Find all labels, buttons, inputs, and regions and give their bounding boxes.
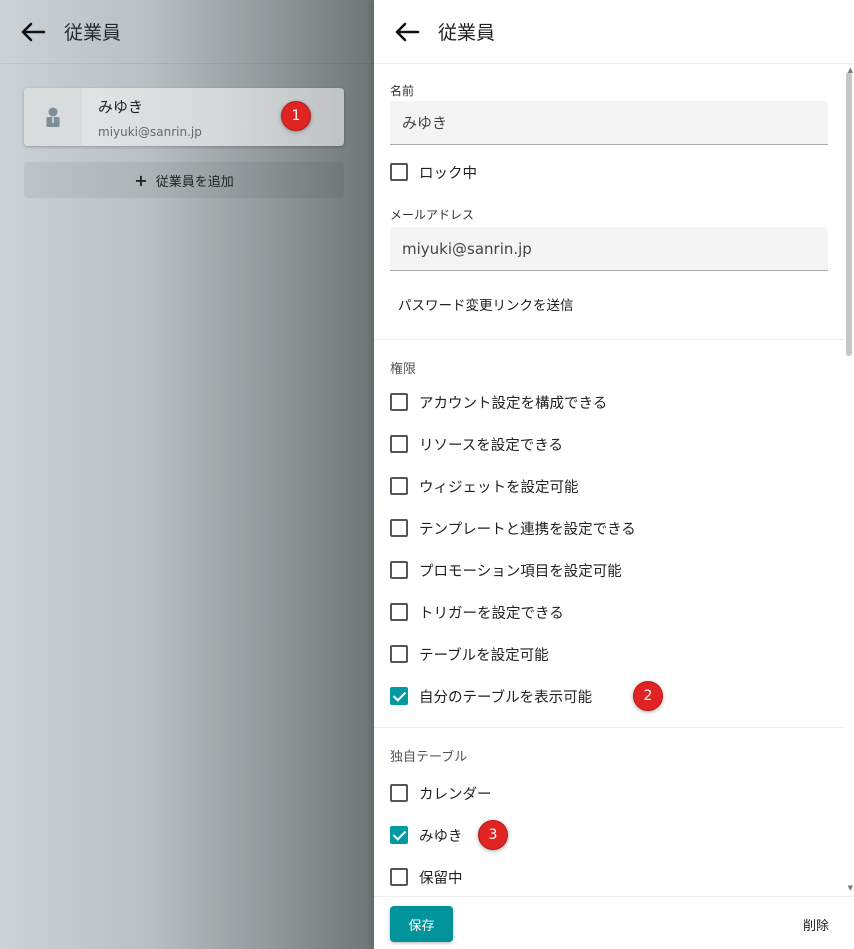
employee-name: みゆき (98, 98, 144, 116)
delete-button[interactable]: 削除 (803, 915, 829, 934)
save-button[interactable]: 保存 (390, 906, 453, 942)
checkbox-label: アカウント設定を構成できる (419, 395, 608, 412)
locked-label: ロック中 (419, 165, 477, 182)
checkbox[interactable] (390, 645, 408, 663)
employee-list-pane: 従業員 みゆき miyuki@sanrin.jp + 従業員を追加 (0, 0, 374, 949)
panel-content: 名前 みゆき ロック中 メールアドレス miyuki@sanrin.jp パスワ… (374, 64, 844, 896)
scroll-down-icon[interactable]: ▼ (848, 884, 853, 892)
permission-checkbox-row[interactable]: アカウント設定を構成できる (390, 390, 607, 414)
checkbox-label: リソースを設定できる (419, 437, 563, 454)
plus-icon: + (134, 170, 148, 190)
checkbox[interactable] (390, 435, 408, 453)
checkbox-label: みゆき (419, 828, 463, 845)
email-field[interactable]: miyuki@sanrin.jp (390, 227, 828, 271)
arrow-left-icon[interactable] (394, 22, 420, 42)
add-employee-label: 従業員を追加 (155, 174, 234, 190)
add-employee-button[interactable]: + 従業員を追加 (24, 162, 344, 198)
divider (374, 339, 844, 340)
checkbox[interactable] (390, 868, 408, 886)
locked-checkbox-row[interactable]: ロック中 (390, 160, 477, 184)
custom-table-checkbox-row[interactable]: 保留中 (390, 865, 463, 889)
name-label: 名前 (390, 84, 415, 98)
checkbox-label: 自分のテーブルを表示可能 (419, 689, 593, 706)
name-field[interactable]: みゆき (390, 101, 828, 145)
permission-checkbox-row[interactable]: テンプレートと連携を設定できる (390, 516, 636, 540)
checkbox[interactable] (390, 784, 408, 802)
annotation-badge-1: 1 (281, 101, 311, 131)
custom-table-checkbox-row[interactable]: みゆき (390, 823, 463, 847)
scroll-up-icon[interactable]: ▲ (848, 66, 853, 74)
panel-title: 従業員 (438, 22, 496, 44)
permission-checkbox-row[interactable]: 自分のテーブルを表示可能 (390, 684, 592, 708)
custom-tables-label: 独自テーブル (390, 750, 468, 765)
send-password-link-button[interactable]: パスワード変更リンクを送信 (398, 294, 574, 314)
email-label: メールアドレス (390, 208, 475, 222)
checkbox-label: トリガーを設定できる (419, 605, 564, 622)
annotation-badge-3: 3 (478, 820, 508, 850)
right-header: 従業員 (374, 0, 854, 64)
checkbox-label: テーブルを設定可能 (419, 647, 549, 664)
checkbox[interactable] (390, 393, 408, 411)
checkbox[interactable] (390, 826, 408, 844)
checkbox[interactable] (390, 477, 408, 495)
checkbox-label: ウィジェットを設定可能 (419, 479, 579, 496)
permission-checkbox-row[interactable]: ウィジェットを設定可能 (390, 474, 579, 498)
checkbox-label: 保留中 (419, 870, 463, 887)
arrow-left-icon[interactable] (20, 22, 46, 42)
scrollbar-thumb[interactable] (846, 72, 852, 356)
employee-email: miyuki@sanrin.jp (98, 125, 202, 139)
person-icon (24, 88, 82, 146)
divider (374, 727, 844, 728)
checkbox-label: テンプレートと連携を設定できる (419, 521, 636, 538)
checkbox-label: プロモーション項目を設定可能 (419, 563, 622, 580)
permission-checkbox-row[interactable]: プロモーション項目を設定可能 (390, 558, 622, 582)
permissions-label: 権限 (390, 362, 417, 377)
checkbox[interactable] (390, 687, 408, 705)
checkbox[interactable] (390, 603, 408, 621)
panel-footer: 保存 削除 (374, 896, 854, 949)
custom-table-checkbox-row[interactable]: カレンダー (390, 781, 492, 805)
employee-detail-panel: 従業員 名前 みゆき ロック中 メールアドレス miyuki@sanrin.jp… (374, 0, 854, 949)
checkbox[interactable] (390, 561, 408, 579)
annotation-badge-2: 2 (633, 681, 663, 711)
checkbox-label: カレンダー (419, 786, 492, 803)
permission-checkbox-row[interactable]: トリガーを設定できる (390, 600, 564, 624)
checkbox[interactable] (390, 519, 408, 537)
permission-checkbox-row[interactable]: テーブルを設定可能 (390, 642, 549, 666)
locked-checkbox[interactable] (390, 163, 408, 181)
permission-checkbox-row[interactable]: リソースを設定できる (390, 432, 563, 456)
left-header: 従業員 (0, 0, 374, 64)
page-title: 従業員 (64, 22, 122, 44)
